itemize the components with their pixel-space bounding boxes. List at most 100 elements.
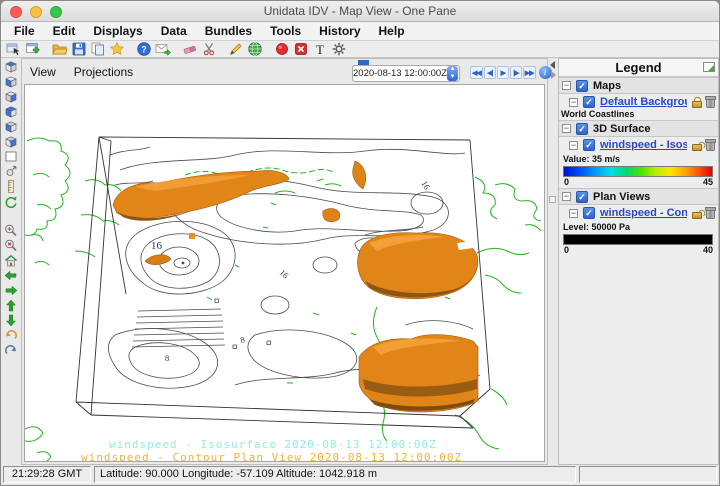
play-button[interactable]: ▶: [497, 66, 509, 79]
background-maps-checkbox[interactable]: ✓: [583, 96, 595, 108]
clock-readout: 21:29:28 GMT: [3, 466, 91, 483]
pan-up-icon[interactable]: [3, 298, 19, 313]
collapse-left-icon[interactable]: [550, 61, 555, 69]
save-bundle-icon[interactable]: [71, 41, 87, 57]
help-icon[interactable]: ?: [136, 41, 152, 57]
menu-file[interactable]: File: [5, 24, 44, 38]
view-cube-right-icon[interactable]: [3, 134, 19, 149]
background-maps-link[interactable]: Default Background Maps: [600, 96, 687, 108]
menu-bundles[interactable]: Bundles: [196, 24, 261, 38]
menubar: File Edit Displays Data Bundles Tools Hi…: [1, 22, 719, 41]
close-window-button[interactable]: [10, 6, 22, 18]
vertical-scale-icon[interactable]: [3, 179, 19, 194]
preferences-gear-icon[interactable]: [331, 41, 347, 57]
isosurface-layer: [113, 161, 478, 412]
view-cube-left-icon[interactable]: [3, 119, 19, 134]
collapse-maps-icon[interactable]: −: [562, 81, 571, 90]
menu-projections[interactable]: Projections: [74, 65, 133, 79]
position-readout: Latitude: 90.000 Longitude: -57.109 Alti…: [94, 466, 576, 483]
contour-colorbar[interactable]: [563, 234, 713, 245]
go-first-button[interactable]: ◀◀: [470, 66, 483, 79]
lock-closed-icon[interactable]: [692, 101, 702, 108]
menu-help[interactable]: Help: [370, 24, 414, 38]
menu-data[interactable]: Data: [152, 24, 196, 38]
minimize-window-button[interactable]: [30, 6, 42, 18]
content-area: View Projections 2020-08-13 12:00:00Z ▲▼…: [1, 58, 719, 465]
collapse-item-icon[interactable]: −: [569, 98, 578, 107]
contour-plan-link[interactable]: windspeed - Contour Pl...: [600, 207, 687, 219]
svg-text:8: 8: [239, 334, 245, 345]
menu-tools[interactable]: Tools: [261, 24, 310, 38]
trash-icon[interactable]: [706, 209, 715, 219]
new-view-window-icon[interactable]: [25, 41, 41, 57]
maps-visibility-checkbox[interactable]: ✓: [576, 80, 588, 92]
pan-down-icon[interactable]: [3, 313, 19, 328]
zoom-reset-icon[interactable]: [3, 238, 19, 253]
open-bundle-icon[interactable]: [52, 41, 68, 57]
zoom-window-button[interactable]: [50, 6, 62, 18]
contour-overlay-label: windspeed - Contour Plan View 2020-08-13…: [81, 451, 462, 462]
capture-movie-icon[interactable]: [274, 41, 290, 57]
legend-group-plan-views: − ✓ Plan Views: [559, 188, 718, 205]
save-as-favorite-icon[interactable]: [90, 41, 106, 57]
zoom-in-icon[interactable]: [3, 223, 19, 238]
text-note-icon[interactable]: T: [312, 41, 328, 57]
favorites-star-icon[interactable]: [109, 41, 125, 57]
plan-views-visibility-checkbox[interactable]: ✓: [576, 191, 588, 203]
projections-globe-icon[interactable]: [247, 41, 263, 57]
delete-stop-icon[interactable]: [293, 41, 309, 57]
remove-data-scissors-icon[interactable]: [201, 41, 217, 57]
time-step-down[interactable]: ▼: [447, 74, 458, 82]
collapse-3d-surface-icon[interactable]: −: [562, 124, 571, 133]
auto-rotate-icon[interactable]: [3, 194, 19, 209]
view-cube-top-icon[interactable]: [3, 59, 19, 74]
isosurface-checkbox[interactable]: ✓: [583, 139, 595, 151]
trash-icon[interactable]: [706, 141, 715, 151]
view-cube-bottom-icon[interactable]: [3, 74, 19, 89]
drawing-pencil-icon[interactable]: [228, 41, 244, 57]
animation-controls: ◀◀ ◀| ▶ |▶ ▶▶ i: [470, 66, 552, 79]
home-view-icon[interactable]: [3, 253, 19, 268]
map-view-panel: View Projections 2020-08-13 12:00:00Z ▲▼…: [21, 58, 548, 465]
time-step-up[interactable]: ▲: [447, 66, 458, 74]
redo-icon[interactable]: [3, 343, 19, 358]
collapse-item-icon[interactable]: −: [569, 141, 578, 150]
collapse-plan-views-icon[interactable]: −: [562, 192, 571, 201]
isosurface-colorbar[interactable]: [563, 166, 713, 177]
legend-splitter[interactable]: [548, 58, 558, 465]
surface-visibility-checkbox[interactable]: ✓: [576, 123, 588, 135]
show-dashboard-icon[interactable]: [6, 41, 22, 57]
map-3d-canvas[interactable]: 24 16 16 8 8 16 16 16: [24, 84, 545, 462]
menu-displays[interactable]: Displays: [84, 24, 151, 38]
time-stepper[interactable]: ▲▼: [447, 66, 458, 81]
pan-left-icon[interactable]: [3, 268, 19, 283]
lock-open-icon[interactable]: [692, 144, 702, 151]
splitter-handle[interactable]: [549, 196, 556, 203]
remove-displays-eraser-icon[interactable]: [182, 41, 198, 57]
go-last-button[interactable]: ▶▶: [523, 66, 536, 79]
support-request-icon[interactable]: [155, 41, 171, 57]
legend-item-default-background-maps: − ✓ Default Background Maps: [559, 94, 718, 109]
view-cube-front-icon[interactable]: [3, 89, 19, 104]
float-legend-icon[interactable]: [703, 62, 715, 72]
coastlines-layer: [25, 138, 541, 462]
perspective-view-icon[interactable]: [3, 164, 19, 179]
step-back-button[interactable]: ◀|: [484, 66, 496, 79]
menu-history[interactable]: History: [310, 24, 369, 38]
reset-box-icon[interactable]: [3, 149, 19, 164]
collapse-right-icon[interactable]: [551, 71, 556, 79]
pan-right-icon[interactable]: [3, 283, 19, 298]
isosurface-link[interactable]: windspeed - Isosurface: [600, 139, 687, 151]
undo-icon[interactable]: [3, 328, 19, 343]
step-forward-button[interactable]: |▶: [510, 66, 522, 79]
lock-open-icon[interactable]: [692, 212, 702, 219]
menu-edit[interactable]: Edit: [44, 24, 85, 38]
trash-icon[interactable]: [706, 98, 715, 108]
contour-plan-checkbox[interactable]: ✓: [583, 207, 595, 219]
menu-view[interactable]: View: [30, 65, 56, 79]
main-toolbar: ? T: [1, 41, 719, 58]
time-selector[interactable]: 2020-08-13 12:00:00Z ▲▼: [352, 65, 460, 82]
view-cube-back-icon[interactable]: [3, 104, 19, 119]
svg-text:?: ?: [141, 44, 147, 54]
collapse-item-icon[interactable]: −: [569, 209, 578, 218]
